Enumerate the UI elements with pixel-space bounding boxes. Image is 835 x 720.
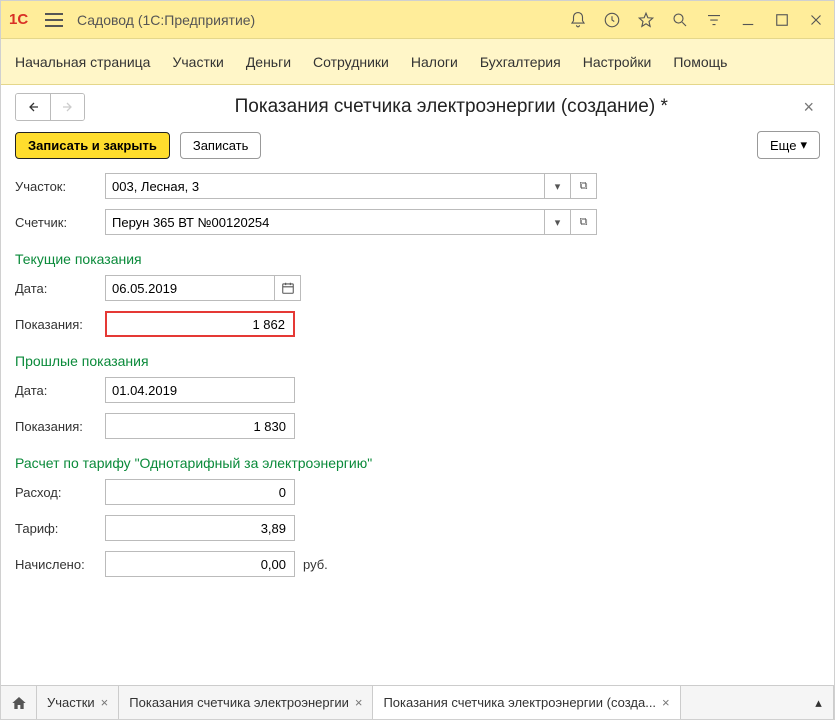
chevron-down-icon: ▾: [800, 137, 807, 153]
current-date-row: Дата:: [15, 275, 820, 301]
consumption-row: Расход:: [15, 479, 820, 505]
menu-help[interactable]: Помощь: [673, 54, 727, 70]
charged-input[interactable]: [105, 551, 295, 577]
more-label: Еще: [770, 138, 796, 153]
close-icon[interactable]: [806, 10, 826, 30]
current-section-title: Текущие показания: [15, 251, 820, 267]
hamburger-icon[interactable]: [45, 13, 63, 27]
app-title: Садовод (1С:Предприятие): [77, 12, 568, 28]
bottom-tabs: Участки × Показания счетчика электроэнер…: [1, 685, 834, 719]
consumption-label: Расход:: [15, 485, 105, 500]
tab-plots[interactable]: Участки ×: [37, 686, 119, 719]
minimize-icon[interactable]: [738, 10, 758, 30]
tab-close-icon[interactable]: ×: [355, 695, 363, 710]
current-reading-row: Показания:: [15, 311, 820, 337]
prev-reading-label: Показания:: [15, 419, 105, 434]
tab-label: Показания счетчика электроэнергии (созда…: [383, 695, 656, 710]
more-button[interactable]: Еще ▾: [757, 131, 820, 159]
menu-accounting[interactable]: Бухгалтерия: [480, 54, 561, 70]
calendar-icon[interactable]: [275, 275, 301, 301]
meter-dropdown-icon[interactable]: ▾: [545, 209, 571, 235]
tariff-section-title: Расчет по тарифу "Однотарифный за электр…: [15, 455, 820, 471]
prev-reading-input[interactable]: [105, 413, 295, 439]
titlebar: 1C Садовод (1С:Предприятие): [1, 1, 834, 39]
tariff-input[interactable]: [105, 515, 295, 541]
form-area: Показания счетчика электроэнергии (созда…: [1, 85, 834, 685]
prev-date-row: Дата:: [15, 377, 820, 403]
meter-label: Счетчик:: [15, 215, 105, 230]
menu-plots[interactable]: Участки: [172, 54, 223, 70]
search-icon[interactable]: [670, 10, 690, 30]
tariff-row: Тариф:: [15, 515, 820, 541]
save-button[interactable]: Записать: [180, 132, 262, 159]
tabs-expand-button[interactable]: ▴: [804, 686, 834, 719]
app-logo: 1C: [9, 10, 35, 30]
filter-icon[interactable]: [704, 10, 724, 30]
meter-input[interactable]: [105, 209, 545, 235]
tab-close-icon[interactable]: ×: [662, 695, 670, 710]
menu-settings[interactable]: Настройки: [583, 54, 652, 70]
tab-readings-create[interactable]: Показания счетчика электроэнергии (созда…: [373, 686, 680, 719]
meter-row: Счетчик: ▾ ⧉: [15, 209, 820, 235]
currency-unit: руб.: [303, 557, 328, 572]
tab-close-icon[interactable]: ×: [101, 695, 109, 710]
current-date-input[interactable]: [105, 275, 275, 301]
maximize-icon[interactable]: [772, 10, 792, 30]
star-icon[interactable]: [636, 10, 656, 30]
prev-reading-row: Показания:: [15, 413, 820, 439]
plot-label: Участок:: [15, 179, 105, 194]
home-tab[interactable]: [1, 686, 37, 719]
charged-row: Начислено: руб.: [15, 551, 820, 577]
form-close-icon[interactable]: ×: [797, 97, 820, 118]
nav-forward-button[interactable]: [50, 94, 84, 120]
tab-label: Показания счетчика электроэнергии: [129, 695, 349, 710]
menu-home[interactable]: Начальная страница: [15, 54, 150, 70]
current-reading-input[interactable]: [105, 311, 295, 337]
menubar: Начальная страница Участки Деньги Сотруд…: [1, 39, 834, 85]
tariff-label: Тариф:: [15, 521, 105, 536]
menu-money[interactable]: Деньги: [246, 54, 291, 70]
form-title: Показания счетчика электроэнергии (созда…: [105, 96, 797, 118]
prev-date-input[interactable]: [105, 377, 295, 403]
meter-open-icon[interactable]: ⧉: [571, 209, 597, 235]
form-header: Показания счетчика электроэнергии (созда…: [15, 93, 820, 121]
plot-dropdown-icon[interactable]: ▾: [545, 173, 571, 199]
nav-buttons: [15, 93, 85, 121]
current-date-label: Дата:: [15, 281, 105, 296]
plot-input[interactable]: [105, 173, 545, 199]
menu-staff[interactable]: Сотрудники: [313, 54, 389, 70]
nav-back-button[interactable]: [16, 94, 50, 120]
toolbar: Записать и закрыть Записать Еще ▾: [15, 131, 820, 159]
bell-icon[interactable]: [568, 10, 588, 30]
menu-taxes[interactable]: Налоги: [411, 54, 458, 70]
consumption-input[interactable]: [105, 479, 295, 505]
current-reading-label: Показания:: [15, 317, 105, 332]
prev-section-title: Прошлые показания: [15, 353, 820, 369]
plot-open-icon[interactable]: ⧉: [571, 173, 597, 199]
tab-readings-list[interactable]: Показания счетчика электроэнергии ×: [119, 686, 373, 719]
charged-label: Начислено:: [15, 557, 105, 572]
prev-date-label: Дата:: [15, 383, 105, 398]
titlebar-icons: [568, 10, 826, 30]
history-icon[interactable]: [602, 10, 622, 30]
tab-label: Участки: [47, 695, 95, 710]
save-close-button[interactable]: Записать и закрыть: [15, 132, 170, 159]
plot-row: Участок: ▾ ⧉: [15, 173, 820, 199]
